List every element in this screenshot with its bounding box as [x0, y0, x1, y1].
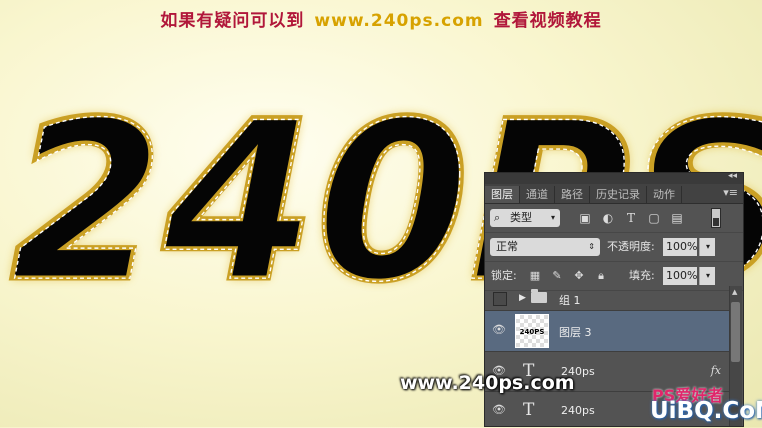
filter-kind-select[interactable]: ⌕ 类型 ▾ — [490, 209, 560, 227]
fill-input[interactable]: 100% — [663, 267, 697, 285]
chevron-down-icon: ▾ — [705, 271, 710, 280]
tab-layers[interactable]: 图层 — [485, 186, 520, 203]
chevron-down-icon: ▾ — [705, 242, 710, 251]
scroll-up-icon[interactable]: ▲ — [732, 288, 737, 296]
fill-label: 填充: — [629, 269, 655, 282]
expand-arrow-icon[interactable]: ▶ — [519, 293, 526, 303]
tab-history[interactable]: 历史记录 — [590, 186, 647, 203]
layer-name: 240ps — [561, 404, 595, 417]
blend-row: 正常 ⇕ 不透明度: 100% ▾ — [485, 233, 743, 262]
watermark-url: www.240ps.com — [400, 372, 575, 394]
fill-dropdown-button[interactable]: ▾ — [699, 267, 715, 285]
text-layer-icon: T — [523, 400, 535, 420]
layer-name: 图层 3 — [559, 326, 592, 339]
layer-thumbnail: 240PS — [515, 314, 549, 348]
lock-all-icon[interactable]: 🔒︎ — [593, 267, 609, 285]
scroll-thumb[interactable] — [731, 302, 740, 362]
eye-icon[interactable]: 👁︎ — [491, 323, 507, 336]
opacity-dropdown-button[interactable]: ▾ — [699, 238, 715, 256]
adjustment-filter-icon[interactable]: ◐ — [600, 209, 616, 227]
chevron-updown-icon: ⇕ — [588, 242, 595, 251]
folder-icon — [531, 289, 547, 303]
lock-image-icon[interactable]: ✎ — [549, 267, 565, 285]
lock-label: 锁定: — [491, 269, 517, 282]
lock-transparent-icon[interactable]: ▦ — [527, 267, 543, 285]
blend-mode-value: 正常 — [496, 240, 518, 253]
tab-actions[interactable]: 动作 — [647, 186, 682, 203]
watermark-uibq: UiBQ.CoM — [650, 398, 762, 424]
panel-titlebar: ◂◂ — [485, 171, 743, 184]
lock-icons: ▦ ✎ ✥ 🔒︎ — [527, 267, 609, 285]
filter-kind-label: 类型 — [510, 211, 532, 224]
filter-icons: ▣ ◐ T ▢ ▤ — [577, 209, 685, 227]
chevron-down-icon: ▾ — [550, 213, 555, 222]
shape-filter-icon[interactable]: ▢ — [646, 209, 662, 227]
tab-paths[interactable]: 路径 — [555, 186, 590, 203]
smart-object-filter-icon[interactable]: ▤ — [669, 209, 685, 227]
search-icon: ⌕ — [494, 211, 501, 224]
layer-row-group[interactable]: ▶ 组 1 — [485, 287, 729, 311]
panel-tabs: 图层 通道 路径 历史记录 动作 ▾≡ — [485, 184, 743, 204]
layer-name: 组 1 — [559, 294, 581, 307]
panel-menu-icon[interactable]: ▾≡ — [723, 186, 738, 199]
opacity-input[interactable]: 100% — [663, 238, 697, 256]
eye-icon[interactable]: 👁︎ — [491, 403, 507, 416]
visibility-toggle-off[interactable] — [493, 292, 507, 306]
opacity-label: 不透明度: — [607, 240, 655, 253]
filter-row: ⌕ 类型 ▾ ▣ ◐ T ▢ ▤ — [485, 204, 743, 233]
blend-mode-select[interactable]: 正常 ⇕ — [490, 238, 600, 256]
text-filter-icon[interactable]: T — [623, 209, 639, 227]
tab-channels[interactable]: 通道 — [520, 186, 555, 203]
image-filter-icon[interactable]: ▣ — [577, 209, 593, 227]
fx-icon[interactable]: fx — [711, 364, 721, 377]
layer-row-selected[interactable]: 👁︎ 240PS 图层 3 — [485, 311, 729, 352]
collapse-icon[interactable]: ◂◂ — [728, 171, 737, 181]
lock-position-icon[interactable]: ✥ — [571, 267, 587, 285]
filter-toggle-switch[interactable] — [711, 208, 721, 228]
